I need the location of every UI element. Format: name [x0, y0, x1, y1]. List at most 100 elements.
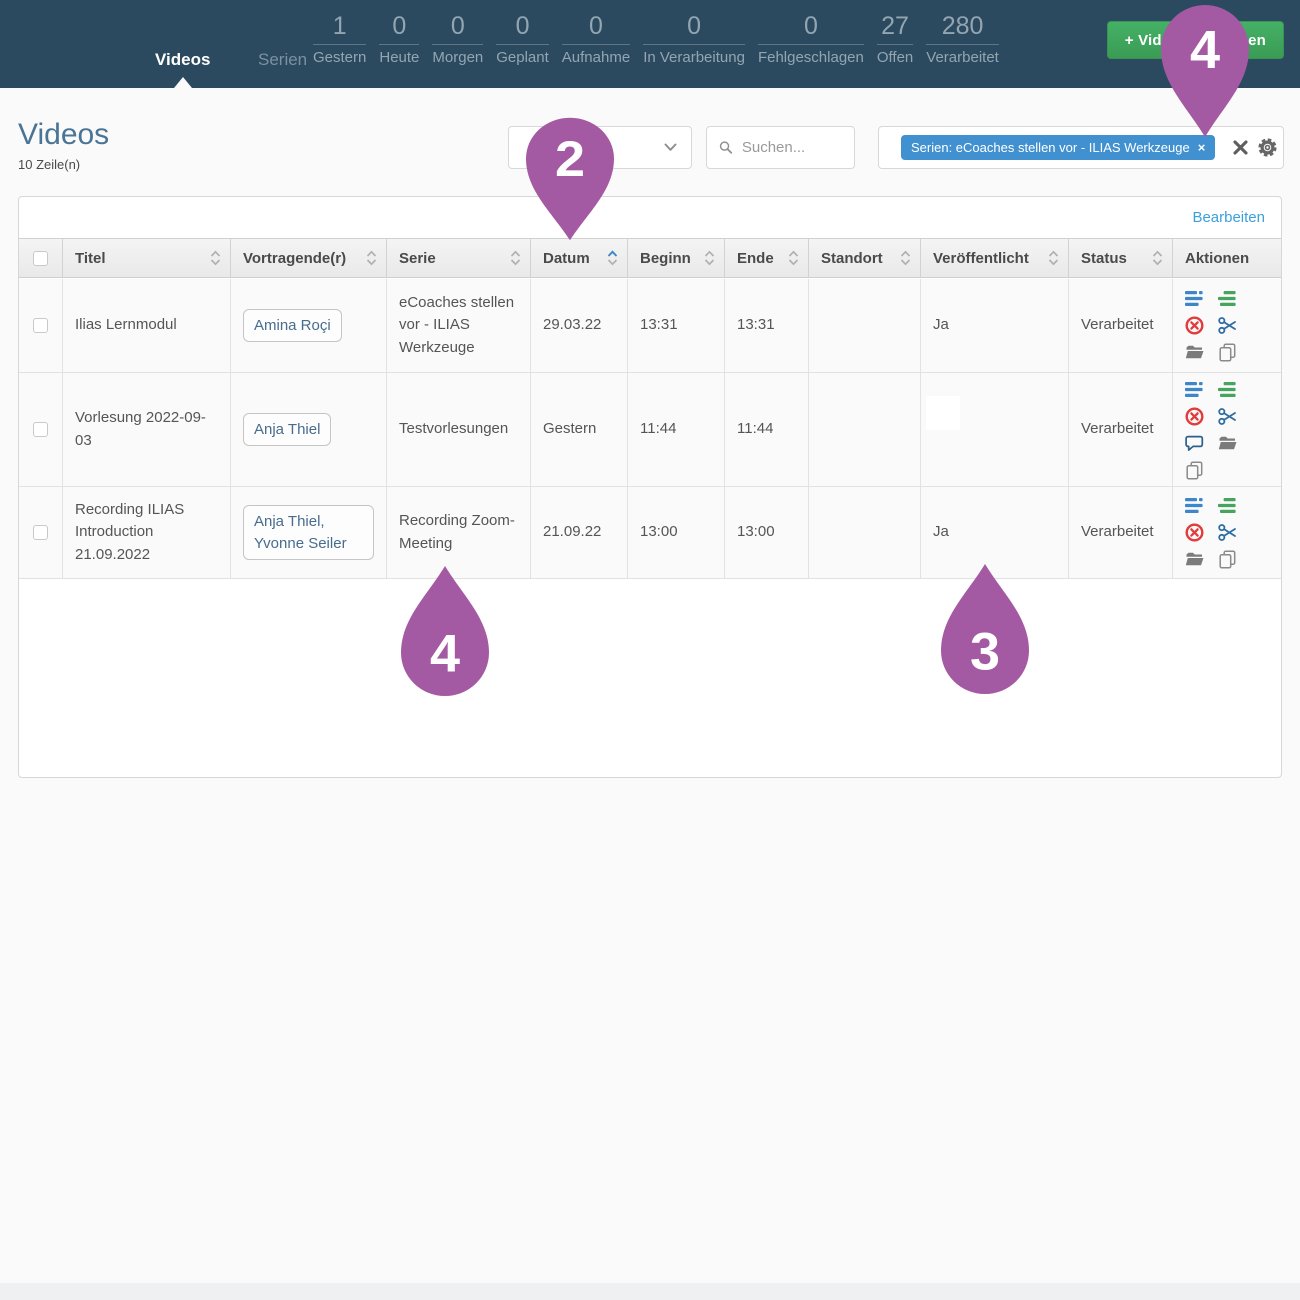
details-icon[interactable]: [1185, 289, 1204, 308]
annotation-marker-3-published-column: 3: [937, 560, 1033, 698]
publish-icon[interactable]: [1218, 496, 1237, 515]
sort-icon[interactable]: [788, 250, 799, 266]
column-header-serie[interactable]: Serie: [387, 239, 531, 277]
tab-serien[interactable]: Serien: [258, 50, 307, 70]
sort-icon[interactable]: [1152, 250, 1163, 266]
counter-label: Geplant: [496, 49, 549, 66]
open-folder-icon[interactable]: [1185, 550, 1204, 569]
sort-icon[interactable]: [900, 250, 911, 266]
column-header-ende[interactable]: Ende: [725, 239, 809, 277]
table-header-row: Titel Vortragende(r) Serie: [19, 238, 1281, 278]
clear-filters-icon[interactable]: [1233, 140, 1248, 155]
select-all-cell: [19, 239, 63, 277]
column-header-veroeffentlicht[interactable]: Veröffentlicht: [921, 239, 1069, 277]
column-label: Datum: [543, 250, 590, 267]
chip-remove-icon[interactable]: ×: [1198, 140, 1206, 155]
column-header-beginn[interactable]: Beginn: [628, 239, 725, 277]
cut-scissors-icon[interactable]: [1218, 523, 1237, 542]
column-label: Ende: [737, 250, 774, 267]
row-checkbox[interactable]: [33, 422, 48, 437]
column-header-titel[interactable]: Titel: [63, 239, 231, 277]
title-cell: Ilias Lernmodul: [63, 279, 231, 372]
counter-label: Fehlgeschlagen: [758, 49, 864, 66]
counter-fehlgeschlagen: 0 Fehlgeschlagen: [758, 12, 864, 66]
counter-label: Gestern: [313, 49, 366, 66]
sort-icon-active-asc[interactable]: [607, 250, 618, 266]
publish-icon[interactable]: [1218, 289, 1237, 308]
column-label: Veröffentlicht: [933, 250, 1029, 267]
details-icon[interactable]: [1185, 380, 1204, 399]
sort-icon[interactable]: [510, 250, 521, 266]
series-cell[interactable]: eCoaches stellen vor - ILIAS Werkzeuge: [387, 279, 531, 372]
counter-label: Aufnahme: [562, 49, 630, 66]
open-folder-icon[interactable]: [1218, 434, 1237, 453]
status-cell[interactable]: Verarbeitet: [1069, 373, 1173, 486]
annotation-marker-2-date-column: 2: [522, 114, 618, 244]
date-cell[interactable]: 21.09.22: [531, 487, 628, 578]
delete-icon[interactable]: [1185, 523, 1204, 542]
status-cell[interactable]: Verarbeitet: [1069, 487, 1173, 578]
delete-icon[interactable]: [1185, 316, 1204, 335]
actions-cell: [1173, 279, 1282, 372]
presenters-cell: Anja Thiel, Yvonne Seiler: [231, 487, 387, 578]
duplicate-icon[interactable]: [1185, 461, 1204, 480]
row-count: 10 Zeile(n): [18, 157, 80, 172]
cut-scissors-icon[interactable]: [1218, 316, 1237, 335]
tab-videos[interactable]: Videos: [155, 50, 210, 70]
counter-label: Offen: [877, 49, 913, 66]
column-label: Beginn: [640, 250, 691, 267]
counter-heute: 0 Heute: [379, 12, 419, 66]
row-checkbox[interactable]: [33, 525, 48, 540]
status-counters: 1 Gestern 0 Heute 0 Morgen 0 Geplant 0 A…: [313, 12, 999, 66]
column-header-status[interactable]: Status: [1069, 239, 1173, 277]
details-icon[interactable]: [1185, 496, 1204, 515]
counter-value: 27: [877, 12, 913, 45]
column-header-vortragende[interactable]: Vortragende(r): [231, 239, 387, 277]
row-checkbox[interactable]: [33, 318, 48, 333]
comment-icon[interactable]: [1185, 434, 1204, 453]
published-cell: Ja: [921, 279, 1069, 372]
duplicate-icon[interactable]: [1218, 550, 1237, 569]
column-label: Standort: [821, 250, 883, 267]
search-input[interactable]: [742, 139, 842, 156]
column-header-datum[interactable]: Datum: [531, 239, 628, 277]
sort-icon[interactable]: [366, 250, 377, 266]
status-cell[interactable]: Verarbeitet: [1069, 279, 1173, 372]
presenter-chip[interactable]: Anja Thiel, Yvonne Seiler: [243, 505, 374, 561]
counter-value: 0: [562, 12, 630, 45]
end-cell: 13:00: [725, 487, 809, 578]
location-cell: [809, 487, 921, 578]
date-cell[interactable]: Gestern: [531, 373, 628, 486]
duplicate-icon[interactable]: [1218, 343, 1237, 362]
footer-bar: [0, 1283, 1300, 1300]
actions-cell: [1173, 373, 1282, 486]
start-cell: 11:44: [628, 373, 725, 486]
location-cell: [809, 373, 921, 486]
sort-icon[interactable]: [704, 250, 715, 266]
counter-morgen: 0 Morgen: [432, 12, 483, 66]
column-header-standort[interactable]: Standort: [809, 239, 921, 277]
series-cell[interactable]: Testvorlesungen: [387, 373, 531, 486]
svg-text:3: 3: [970, 622, 1000, 682]
counter-label: Heute: [379, 49, 419, 66]
presenter-chip[interactable]: Anja Thiel: [243, 413, 331, 447]
counter-value: 0: [758, 12, 864, 45]
delete-icon[interactable]: [1185, 407, 1204, 426]
table-row: Ilias Lernmodul Amina Roçi eCoaches stel…: [19, 279, 1281, 373]
edit-link[interactable]: Bearbeiten: [1192, 197, 1265, 238]
sort-icon[interactable]: [1048, 250, 1059, 266]
filter-settings-gear-icon[interactable]: [1257, 137, 1278, 158]
search-icon: [719, 139, 733, 156]
publish-icon[interactable]: [1218, 380, 1237, 399]
counter-gestern: 1 Gestern: [313, 12, 366, 66]
sort-icon[interactable]: [210, 250, 221, 266]
date-cell[interactable]: 29.03.22: [531, 279, 628, 372]
column-label: Aktionen: [1185, 250, 1249, 267]
open-folder-icon[interactable]: [1185, 343, 1204, 362]
cut-scissors-icon[interactable]: [1218, 407, 1237, 426]
presenter-chip[interactable]: Amina Roçi: [243, 309, 342, 343]
column-header-aktionen: Aktionen: [1173, 239, 1282, 277]
counter-label: Verarbeitet: [926, 49, 999, 66]
table-row: Recording ILIAS Introduction 21.09.2022 …: [19, 487, 1281, 579]
select-all-checkbox[interactable]: [33, 251, 48, 266]
